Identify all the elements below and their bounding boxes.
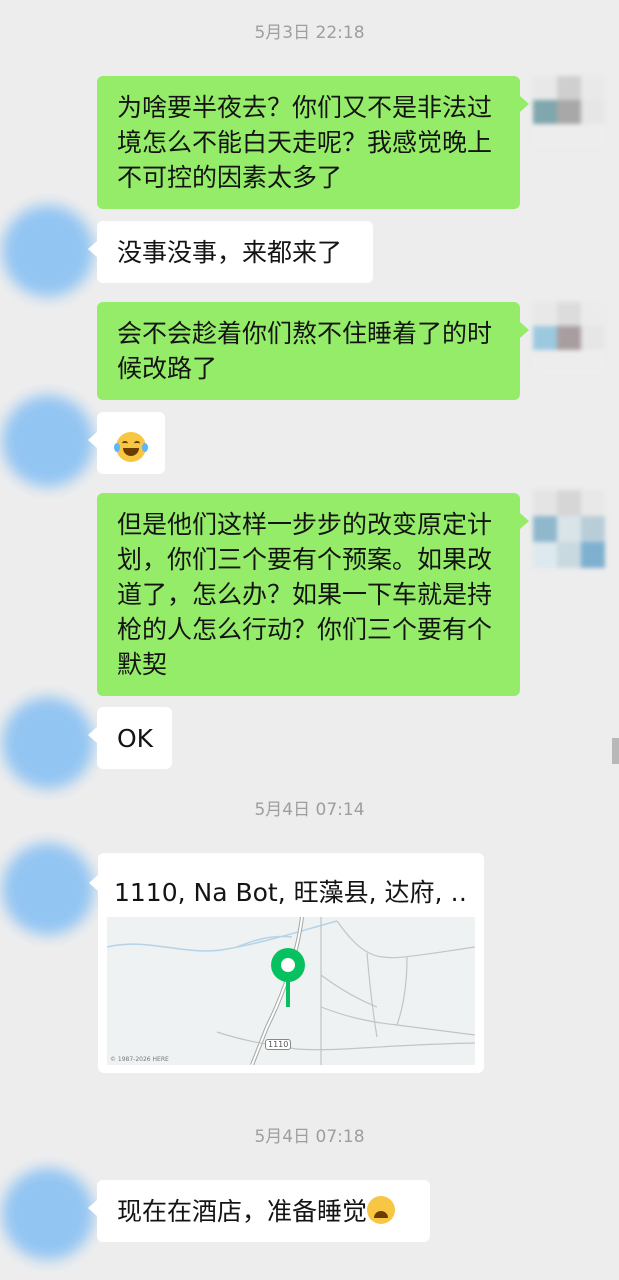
message-line: 枪的人怎么行动？你们三个要有个 xyxy=(117,615,493,644)
message-line: 候改路了 xyxy=(117,354,218,383)
message-line: 会不会趁着你们熬不住睡着了的时 xyxy=(117,319,493,348)
message-bubble-sent[interactable]: 但是他们这样一步步的改变原定计 划，你们三个要有个预案。如果改 道了，怎么办？如… xyxy=(97,493,529,696)
timestamp: 5月4日 07:14 xyxy=(254,800,365,820)
timestamp: 5月3日 22:18 xyxy=(254,23,365,43)
contact-avatar[interactable] xyxy=(2,205,94,297)
my-avatar[interactable] xyxy=(533,76,605,148)
map-pin-icon xyxy=(271,948,305,1007)
message-line: 道了，怎么办？如果一下车就是持 xyxy=(117,580,493,609)
message-bubble-received[interactable]: OK xyxy=(88,707,172,769)
contact-avatar[interactable] xyxy=(2,395,94,487)
location-map-preview[interactable]: 1110 © 1987-2026 HERE xyxy=(107,917,475,1065)
message-bubble-received[interactable]: 现在在酒店，准备睡觉 xyxy=(88,1180,430,1242)
contact-avatar[interactable] xyxy=(2,1168,94,1260)
message-bubble-received[interactable]: 没事没事，来都来了 xyxy=(88,221,373,283)
scroll-indicator[interactable] xyxy=(612,738,619,764)
contact-avatar[interactable] xyxy=(2,697,94,789)
location-card[interactable]: 1110, Na Bot, 旺藻县, 达府, … 1110 © 1987-202… xyxy=(89,853,484,1073)
message-line: 为啥要半夜去？你们又不是非法过 xyxy=(117,93,493,122)
my-avatar[interactable] xyxy=(533,490,605,568)
location-title: 1110, Na Bot, 旺藻县, 达府, … xyxy=(114,878,469,907)
message-line: 默契 xyxy=(117,650,168,679)
my-avatar[interactable] xyxy=(533,302,605,374)
message-bubble-sent[interactable]: 会不会趁着你们熬不住睡着了的时 候改路了 xyxy=(97,302,529,400)
message-line: 划，你们三个要有个预案。如果改 xyxy=(117,545,493,574)
message-line: 但是他们这样一步步的改变原定计 xyxy=(117,510,493,539)
map-copyright: © 1987-2026 HERE xyxy=(110,1056,169,1063)
loudly-crying-emoji-icon xyxy=(367,1196,396,1224)
message-line: 不可控的因素太多了 xyxy=(117,163,343,192)
message-text: 现在在酒店，准备睡觉 xyxy=(117,1197,368,1226)
message-bubble-sent[interactable]: 为啥要半夜去？你们又不是非法过 境怎么不能白天走呢？我感觉晚上 不可控的因素太多… xyxy=(97,76,529,209)
road-number-label: 1110 xyxy=(265,1039,292,1050)
timestamp: 5月4日 07:18 xyxy=(254,1127,365,1147)
message-bubble-received[interactable] xyxy=(88,412,165,474)
contact-avatar[interactable] xyxy=(2,843,94,935)
laughing-crying-emoji-icon xyxy=(114,432,148,462)
message-line: 境怎么不能白天走呢？我感觉晚上 xyxy=(117,128,493,157)
